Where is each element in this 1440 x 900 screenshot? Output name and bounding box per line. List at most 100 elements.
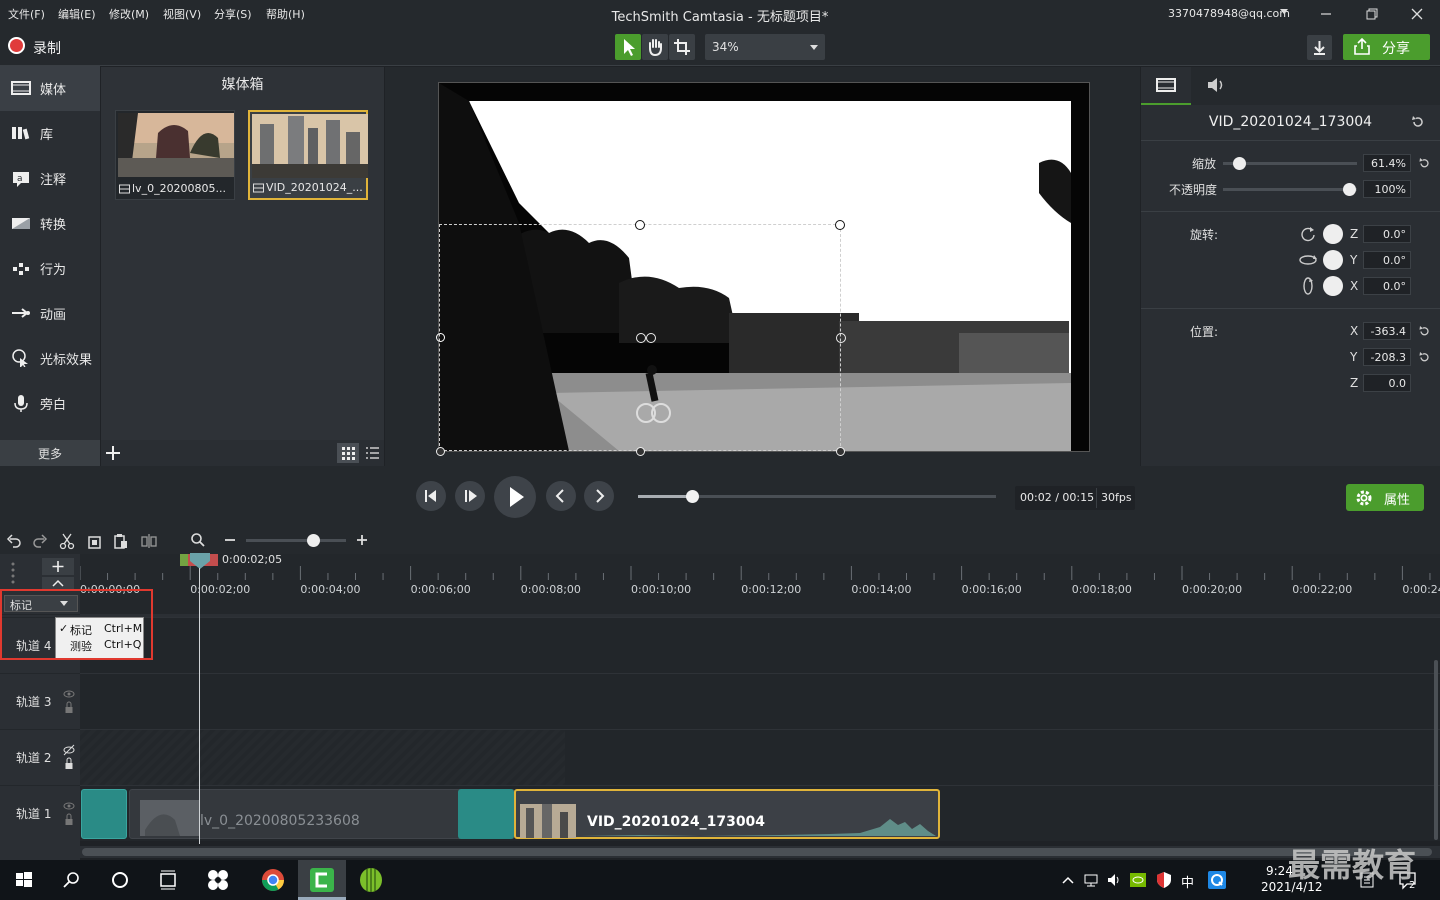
rotation-x-field[interactable]: 0.0° xyxy=(1363,277,1411,295)
nav-transitions[interactable]: 转换 xyxy=(0,201,100,246)
media-item[interactable]: lv_0_20200805... xyxy=(115,110,235,200)
step-forward-button[interactable] xyxy=(455,481,485,511)
scrub-knob[interactable] xyxy=(685,490,699,503)
preview-canvas[interactable] xyxy=(438,82,1090,452)
list-view-button[interactable] xyxy=(362,443,384,463)
timeline-clip[interactable] xyxy=(81,789,127,839)
rotation-dial-z[interactable] xyxy=(1323,224,1343,244)
resize-handle[interactable] xyxy=(836,447,845,456)
cut-button[interactable] xyxy=(58,532,76,550)
chevron-up-icon[interactable] xyxy=(1060,872,1076,888)
menu-modify[interactable]: 修改(M) xyxy=(109,6,149,22)
resize-handle[interactable] xyxy=(636,447,645,456)
nvidia-icon[interactable] xyxy=(1130,873,1146,887)
nav-library[interactable]: 库 xyxy=(0,111,100,156)
track-collapse-icon[interactable] xyxy=(8,560,18,586)
reset-position-x-button[interactable] xyxy=(1418,325,1431,338)
opacity-value-field[interactable]: 100% xyxy=(1363,180,1411,198)
zoom-out-button[interactable] xyxy=(223,532,237,548)
undo-button[interactable] xyxy=(5,532,23,550)
reset-all-button[interactable] xyxy=(1411,115,1425,129)
ime-indicator[interactable]: 中 xyxy=(1181,872,1194,891)
zoom-in-button[interactable] xyxy=(355,532,369,548)
resize-handle[interactable] xyxy=(635,220,645,230)
previous-marker-button[interactable] xyxy=(546,481,576,511)
record-icon[interactable] xyxy=(8,37,25,54)
nav-annotations[interactable]: a 注释 xyxy=(0,156,100,201)
playhead-handle[interactable] xyxy=(188,553,212,569)
tab-audio-properties[interactable] xyxy=(1191,67,1241,105)
resize-handle[interactable] xyxy=(436,333,445,342)
playhead-in-point[interactable] xyxy=(180,554,188,566)
taskbar-camtasia[interactable] xyxy=(298,860,346,900)
reset-position-y-button[interactable] xyxy=(1418,351,1431,364)
taskbar-search[interactable] xyxy=(48,860,96,900)
rotation-dial-y[interactable] xyxy=(1323,250,1343,270)
track-3-header[interactable]: 轨道 3 xyxy=(0,673,80,729)
search-icon[interactable] xyxy=(190,532,206,548)
resize-handle[interactable] xyxy=(436,447,445,456)
taskbar-app[interactable] xyxy=(347,860,395,900)
menu-help[interactable]: 帮助(H) xyxy=(266,6,305,22)
nav-voice-narration[interactable]: 旁白 xyxy=(0,381,100,426)
redo-button[interactable] xyxy=(31,532,49,550)
taskbar-chrome[interactable] xyxy=(249,860,297,900)
vertical-scrollbar[interactable] xyxy=(1434,660,1438,840)
taskbar-app[interactable] xyxy=(194,860,242,900)
visibility-lock-icons[interactable] xyxy=(63,800,75,830)
track-2-header[interactable]: 轨道 2 xyxy=(0,729,80,785)
timeline-zoom-slider[interactable] xyxy=(246,539,346,542)
position-x-field[interactable]: -363.4 xyxy=(1363,322,1411,340)
account-menu[interactable]: 3370478948@qq.com xyxy=(1168,7,1290,20)
rotation-y-field[interactable]: 0.0° xyxy=(1363,251,1411,269)
add-track-button[interactable] xyxy=(42,558,74,575)
play-button[interactable] xyxy=(494,476,536,518)
menu-view[interactable]: 视图(V) xyxy=(163,6,201,22)
rotation-dial-x[interactable] xyxy=(1323,276,1343,296)
resize-handle[interactable] xyxy=(836,333,846,343)
media-item-selected[interactable]: VID_20201024_... xyxy=(248,110,368,200)
add-media-button[interactable] xyxy=(104,444,122,462)
opacity-slider[interactable] xyxy=(1223,188,1357,191)
scale-slider-knob[interactable] xyxy=(1232,157,1246,170)
track-3-lane[interactable] xyxy=(80,673,1440,729)
menu-share[interactable]: 分享(S) xyxy=(214,6,252,22)
tab-visual-properties[interactable] xyxy=(1141,67,1191,105)
timeline-zoom-knob[interactable] xyxy=(307,534,320,547)
nav-animations[interactable]: 动画 xyxy=(0,291,100,336)
menu-file[interactable]: 文件(F) xyxy=(8,6,45,22)
track-1-header[interactable]: 轨道 1 xyxy=(0,785,80,841)
nav-media[interactable]: 媒体 xyxy=(0,66,100,111)
task-view-button[interactable] xyxy=(144,860,192,900)
cortana-button[interactable] xyxy=(96,860,144,900)
resize-handle[interactable] xyxy=(835,220,845,230)
close-button[interactable] xyxy=(1407,6,1427,22)
restore-button[interactable] xyxy=(1361,6,1381,22)
rotate-handle[interactable] xyxy=(636,333,646,343)
download-button[interactable] xyxy=(1307,35,1332,60)
network-icon[interactable] xyxy=(1083,872,1101,888)
reset-scale-button[interactable] xyxy=(1418,157,1431,170)
nav-behaviors[interactable]: 行为 xyxy=(0,246,100,291)
timeline-clip[interactable] xyxy=(458,789,514,839)
rotate-handle[interactable] xyxy=(646,333,656,343)
timeline-scrollbar-thumb[interactable] xyxy=(82,848,1432,856)
select-tool-button[interactable] xyxy=(615,34,641,60)
step-back-button[interactable] xyxy=(416,481,446,511)
shield-icon[interactable] xyxy=(1155,871,1173,889)
visibility-lock-icons[interactable] xyxy=(63,688,75,718)
nav-cursor-effects[interactable]: 光标效果 xyxy=(0,336,100,381)
track-4-lane[interactable] xyxy=(80,617,1440,673)
qq-icon[interactable] xyxy=(1208,871,1226,889)
paste-button[interactable] xyxy=(112,532,130,550)
scale-value-field[interactable]: 61.4% xyxy=(1363,154,1411,172)
visibility-lock-icons[interactable] xyxy=(63,744,75,774)
next-marker-button[interactable] xyxy=(584,481,614,511)
copy-button[interactable] xyxy=(86,532,104,550)
rotation-z-field[interactable]: 0.0° xyxy=(1363,225,1411,243)
opacity-slider-knob[interactable] xyxy=(1343,183,1356,196)
record-button[interactable]: 录制 xyxy=(33,38,61,58)
menu-edit[interactable]: 编辑(E) xyxy=(58,6,96,22)
minimize-button[interactable] xyxy=(1316,6,1336,22)
crop-tool-button[interactable] xyxy=(669,34,695,60)
